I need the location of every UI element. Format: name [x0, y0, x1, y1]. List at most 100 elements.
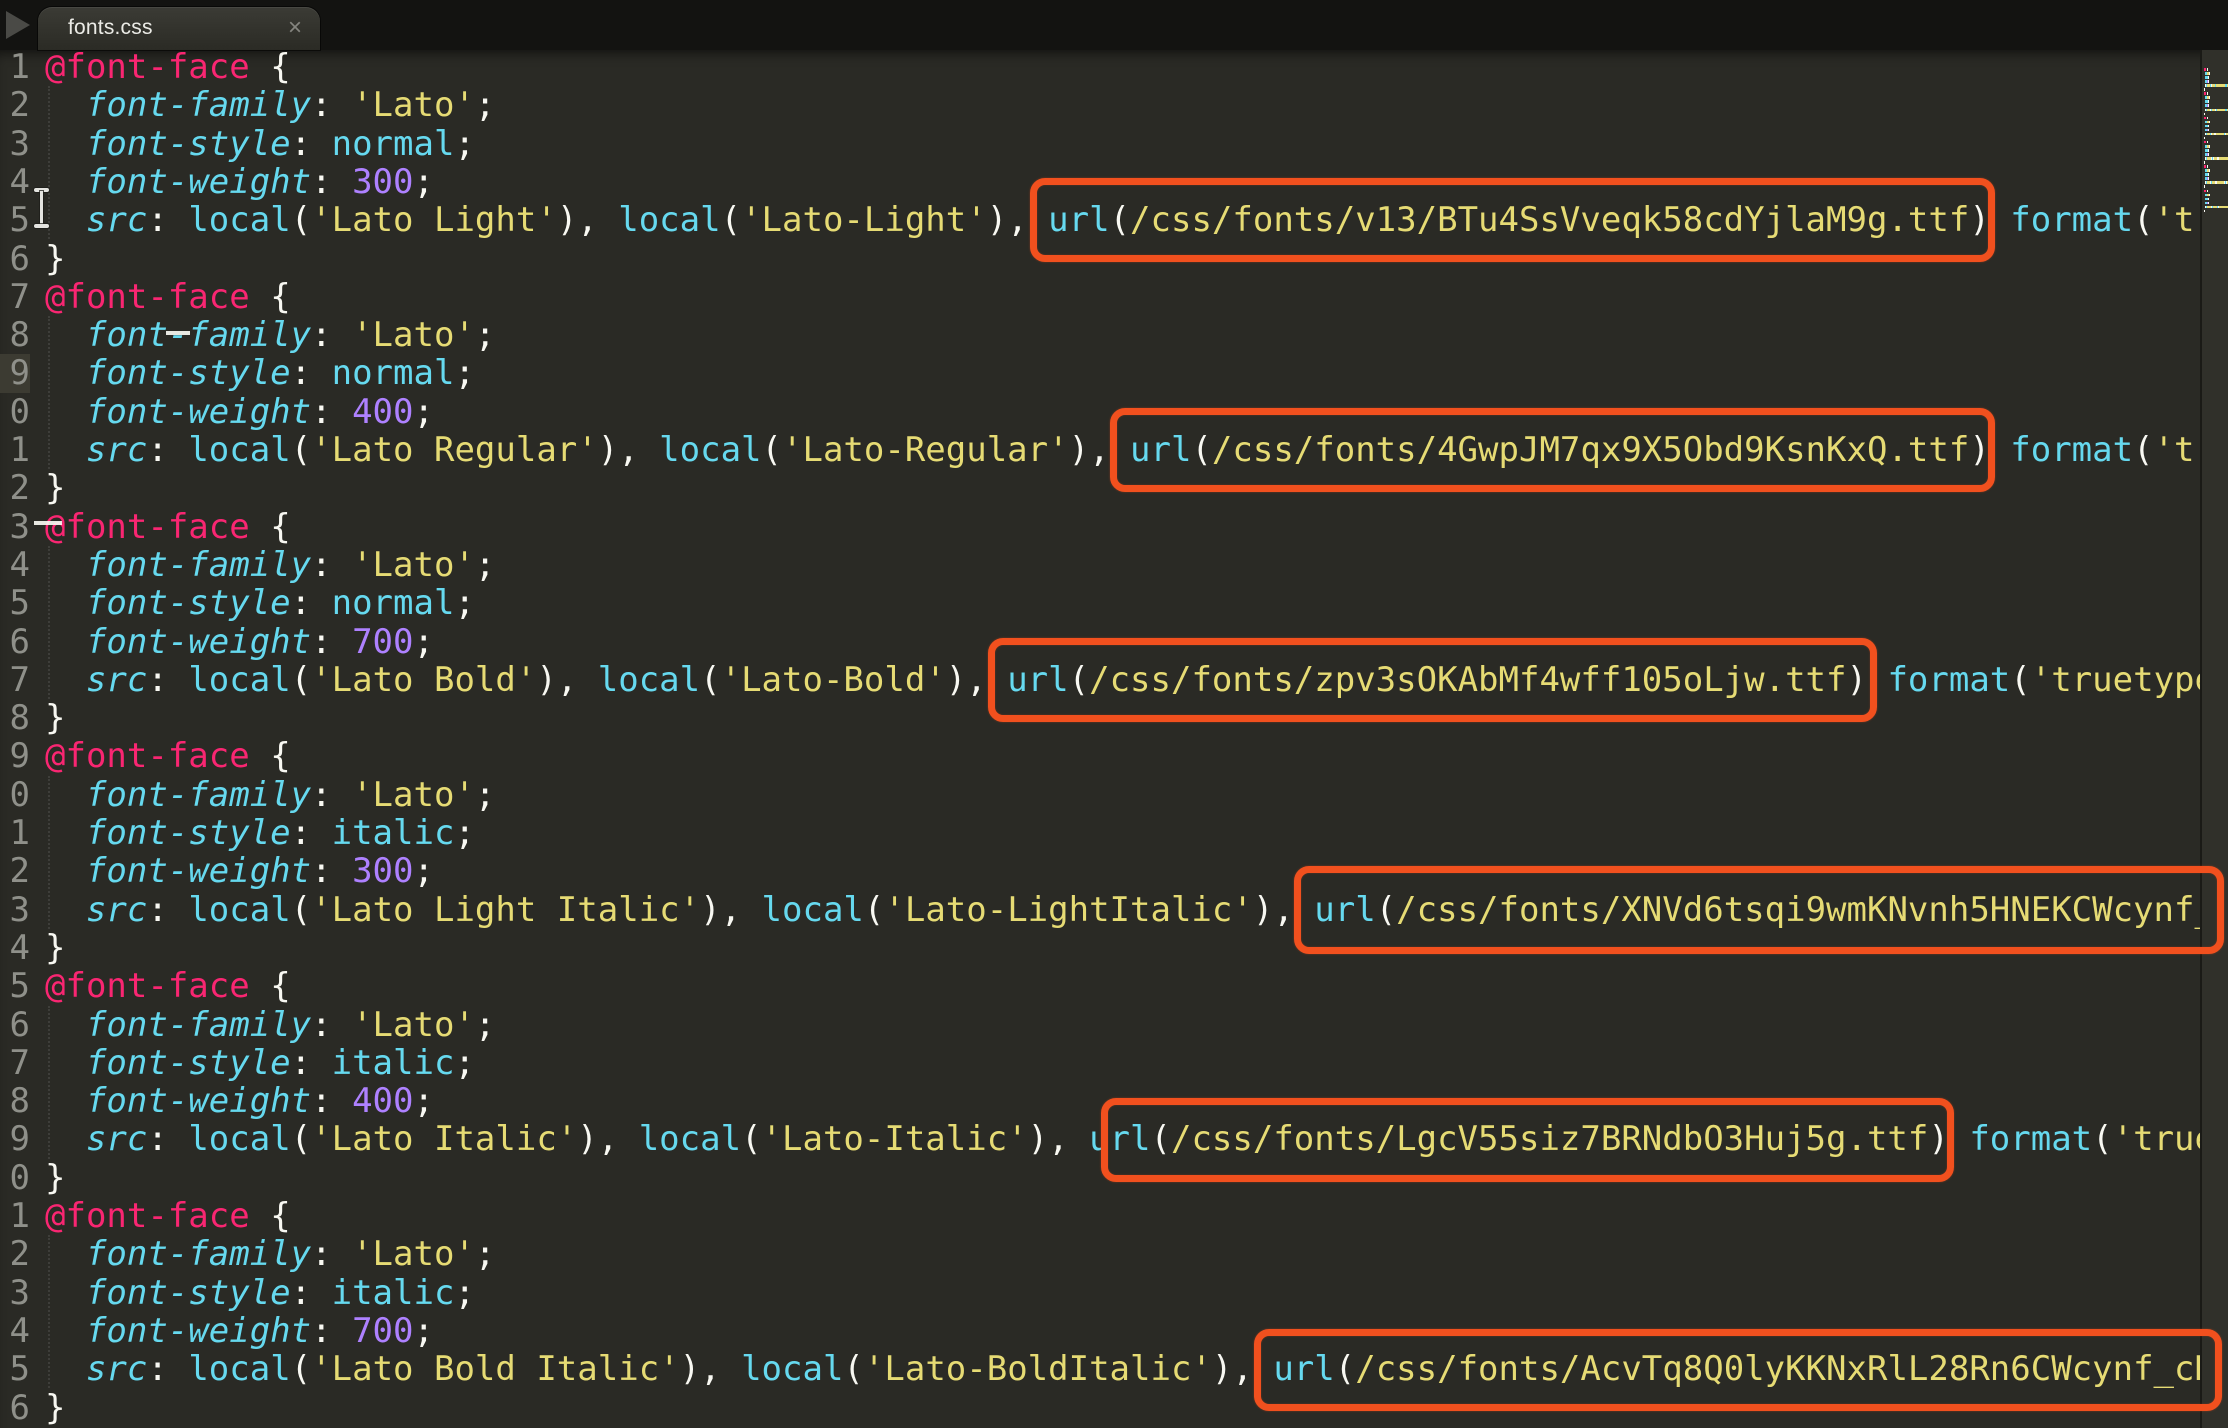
token: ): [1969, 431, 2010, 469]
token: ;: [414, 852, 434, 890]
code-line[interactable]: 3@font-face {: [0, 508, 2228, 546]
line-number: 6: [0, 1389, 30, 1427]
code-line[interactable]: 7 font-style: italic;: [0, 1044, 2228, 1082]
token: ),: [700, 891, 761, 929]
token: (: [741, 1120, 761, 1158]
code-line[interactable]: 6}: [0, 1389, 2228, 1427]
minimap-line: [2204, 157, 2228, 160]
code-line[interactable]: 3 src: local('Lato Light Italic'), local…: [0, 891, 2228, 929]
token: (: [762, 431, 782, 469]
code-line[interactable]: 4 font-weight: 700;: [0, 1312, 2228, 1350]
minimap-line: [2204, 92, 2207, 95]
code-line[interactable]: 1 font-style: italic;: [0, 814, 2228, 852]
code-line[interactable]: 7@font-face {: [0, 278, 2228, 316]
line-number: 6: [0, 1006, 30, 1044]
line-number: 9: [0, 1120, 30, 1158]
token: 'Lato-Bold': [721, 661, 946, 699]
token: (: [291, 661, 311, 699]
token: font-style: [86, 354, 291, 392]
code-line[interactable]: 6 font-weight: 700;: [0, 623, 2228, 661]
token: 'Lato-BoldItalic': [864, 1350, 1212, 1388]
token: ;: [454, 1044, 474, 1082]
code-line[interactable]: 5 font-style: normal;: [0, 584, 2228, 622]
token: ;: [475, 776, 495, 814]
code-line[interactable]: 0}: [0, 1159, 2228, 1197]
code-line[interactable]: 6}: [0, 240, 2228, 278]
code-line[interactable]: 8}: [0, 699, 2228, 737]
line-number: 1: [0, 814, 30, 852]
token: 'Lato': [352, 1006, 475, 1044]
line-number: 4: [0, 929, 30, 967]
code-line[interactable]: 5 src: local('Lato Bold Italic'), local(…: [0, 1350, 2228, 1388]
code-line[interactable]: 3 font-style: italic;: [0, 1274, 2228, 1312]
token: local: [762, 891, 864, 929]
token: (: [291, 431, 311, 469]
code-text: @font-face {: [45, 967, 291, 1005]
token: (: [864, 891, 884, 929]
token: (: [843, 1350, 863, 1388]
code-text: @font-face {: [45, 278, 291, 316]
line-number: 7: [0, 1044, 30, 1082]
token: @font-face: [45, 508, 250, 546]
code-line[interactable]: 9@font-face {: [0, 737, 2228, 775]
token: @font-face: [45, 737, 250, 775]
tab-title: fonts.css: [68, 16, 153, 40]
token: :: [311, 1006, 352, 1044]
code-line[interactable]: 7 src: local('Lato Bold'), local('Lato-B…: [0, 661, 2228, 699]
code-line[interactable]: 2 font-family: 'Lato';: [0, 1235, 2228, 1273]
line-number: 4: [0, 163, 30, 201]
code-line[interactable]: 4}: [0, 929, 2228, 967]
line-number: 2: [0, 1235, 30, 1273]
token: font-weight: [86, 163, 311, 201]
code-line[interactable]: 9 src: local('Lato Italic'), local('Lato…: [0, 1120, 2228, 1158]
line-number: 0: [0, 393, 30, 431]
code-line[interactable]: 1 src: local('Lato Regular'), local('Lat…: [0, 431, 2228, 469]
minimap-line: [2204, 190, 2207, 193]
token: font-style: [86, 1274, 291, 1312]
code-line[interactable]: 2 font-family: 'Lato';: [0, 86, 2228, 124]
token: [45, 852, 86, 890]
sidebar-toggle-icon[interactable]: [6, 11, 30, 39]
line-number: 6: [0, 240, 30, 278]
line-number: 8: [0, 699, 30, 737]
line-number: 9: [0, 737, 30, 775]
code-area[interactable]: 1@font-face {2 font-family: 'Lato';3 fon…: [0, 48, 2228, 1428]
code-text: src: local('Lato Light Italic'), local('…: [45, 891, 2228, 929]
line-number: 5: [0, 967, 30, 1005]
token: :: [291, 125, 332, 163]
code-line[interactable]: 1@font-face {: [0, 1197, 2228, 1235]
token: font-weight: [86, 623, 311, 661]
code-text: font-weight: 700;: [45, 623, 434, 661]
token: {: [270, 48, 290, 86]
token: 'Lato Light Italic': [311, 891, 700, 929]
code-line[interactable]: 4 font-family: 'Lato';: [0, 546, 2228, 584]
code-line[interactable]: 5 @font-face {: [0, 967, 2228, 1005]
token: src: [86, 1120, 147, 1158]
code-line[interactable]: 1@font-face {: [0, 48, 2228, 86]
token: {: [270, 508, 290, 546]
code-line[interactable]: 4 font-weight: 300;: [0, 163, 2228, 201]
line-number: 1: [0, 48, 30, 86]
minimap[interactable]: [2200, 50, 2228, 1428]
code-line[interactable]: 2 font-weight: 300;: [0, 852, 2228, 890]
code-line[interactable]: 8 font-weight: 400;: [0, 1082, 2228, 1120]
code-line[interactable]: 5 src: local('Lato Light'), local('Lato-…: [0, 201, 2228, 239]
code-line[interactable]: 6 font-family: 'Lato';: [0, 1006, 2228, 1044]
code-line[interactable]: 2}: [0, 469, 2228, 507]
token: ),: [680, 1350, 741, 1388]
code-line[interactable]: 9 font-style: normal;: [0, 354, 2228, 392]
minimap-line: [2204, 210, 2205, 213]
token: [250, 508, 270, 546]
code-line[interactable]: 8 font-family: 'Lato';: [0, 316, 2228, 354]
code-line[interactable]: 0 font-weight: 400;: [0, 393, 2228, 431]
token: :: [291, 584, 332, 622]
token: (: [2133, 431, 2153, 469]
tab-close-icon[interactable]: ×: [288, 14, 302, 42]
token: font-family: [86, 1235, 311, 1273]
token: [250, 48, 270, 86]
code-text: font-style: normal;: [45, 584, 475, 622]
code-text: font-style: italic;: [45, 814, 475, 852]
tab-fonts-css[interactable]: fonts.css ×: [38, 7, 320, 50]
code-line[interactable]: 3 font-style: normal;: [0, 125, 2228, 163]
code-line[interactable]: 0 font-family: 'Lato';: [0, 776, 2228, 814]
